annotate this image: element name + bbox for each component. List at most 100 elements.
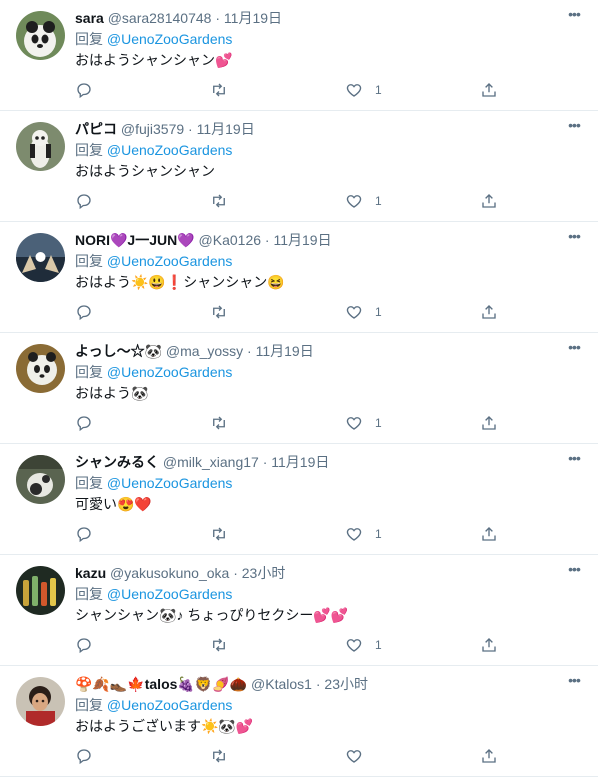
share-button[interactable] [480, 746, 498, 766]
timestamp[interactable]: 11月19日 [273, 232, 331, 248]
like-button[interactable]: 1 [345, 191, 382, 211]
avatar[interactable] [16, 11, 65, 60]
timestamp[interactable]: 11月19日 [271, 454, 329, 470]
tweet[interactable]: 🍄🍂👞🍁talos🍇🦁🍠🌰 @Ktalos1 · 23小时 ••• 回复 @Ue… [0, 666, 598, 777]
like-button[interactable]: 1 [345, 524, 382, 544]
display-name[interactable]: NORI💜J一JUN💜 [75, 232, 195, 248]
timestamp[interactable]: 11月19日 [256, 343, 314, 359]
reply-icon [77, 527, 91, 543]
more-icon[interactable]: ••• [564, 451, 584, 468]
like-button[interactable]: 1 [345, 635, 382, 655]
heart-icon [346, 528, 362, 541]
retweet-button[interactable] [210, 191, 228, 211]
mention-link[interactable]: @UenoZooGardens [107, 364, 233, 380]
tweet[interactable]: sara @sara28140748 · 11月19日 ••• 回复 @Ueno… [0, 0, 598, 111]
like-button[interactable] [345, 746, 375, 766]
avatar[interactable] [16, 122, 65, 171]
display-name[interactable]: パピコ [75, 121, 117, 137]
retweet-button[interactable] [210, 524, 228, 544]
tweet[interactable]: パピコ @fuji3579 · 11月19日 ••• 回复 @UenoZooGa… [0, 111, 598, 222]
retweet-icon [213, 527, 225, 541]
retweet-button[interactable] [210, 746, 228, 766]
avatar[interactable] [16, 344, 65, 393]
reply-button[interactable] [75, 191, 93, 211]
reply-button[interactable] [75, 635, 93, 655]
mention-link[interactable]: @UenoZooGardens [107, 142, 233, 158]
avatar[interactable] [16, 455, 65, 504]
like-button[interactable]: 1 [345, 80, 382, 100]
timestamp[interactable]: 11月19日 [197, 121, 255, 137]
heart-icon [346, 417, 362, 430]
mention-link[interactable]: @UenoZooGardens [107, 31, 233, 47]
reply-button[interactable] [75, 524, 93, 544]
retweet-button[interactable] [210, 302, 228, 322]
user-handle[interactable]: @milk_xiang17 [163, 454, 259, 470]
avatar-image [16, 455, 65, 504]
reply-button[interactable] [75, 746, 93, 766]
timestamp[interactable]: 23小时 [242, 565, 286, 581]
share-button[interactable] [480, 635, 498, 655]
reply-icon [77, 305, 91, 321]
reply-prefix: 回复 [75, 475, 103, 491]
more-icon[interactable]: ••• [564, 673, 584, 690]
more-icon[interactable]: ••• [564, 229, 584, 246]
user-handle[interactable]: @Ktalos1 [251, 676, 312, 692]
retweet-button[interactable] [210, 80, 228, 100]
more-icon[interactable]: ••• [564, 562, 584, 579]
user-handle[interactable]: @fuji3579 [121, 121, 184, 137]
display-name[interactable]: kazu [75, 565, 106, 581]
share-button[interactable] [480, 524, 498, 544]
tweet-text: 可愛い😍❤️ [75, 496, 152, 512]
like-button[interactable]: 1 [345, 413, 382, 433]
mention-link[interactable]: @UenoZooGardens [107, 697, 233, 713]
reply-prefix: 回复 [75, 697, 103, 713]
like-count: 1 [375, 527, 382, 541]
reply-button[interactable] [75, 413, 93, 433]
more-icon[interactable]: ••• [564, 340, 584, 357]
display-name[interactable]: よっし～☆🐼 [75, 343, 162, 359]
replying-to: 回复 @UenoZooGardens [75, 363, 232, 381]
reply-button[interactable] [75, 302, 93, 322]
like-button[interactable]: 1 [345, 302, 382, 322]
avatar[interactable] [16, 677, 65, 726]
user-handle[interactable]: @Ka0126 [199, 232, 261, 248]
mention-link[interactable]: @UenoZooGardens [107, 253, 233, 269]
separator-dot: · [247, 343, 252, 359]
share-icon [482, 83, 496, 97]
tweet-text: シャンシャン🐼♪ ちょっぴりセクシー💕💕 [75, 607, 349, 623]
action-bar: 1 [75, 635, 505, 655]
reply-icon [77, 749, 91, 765]
avatar[interactable] [16, 566, 65, 615]
user-handle[interactable]: @ma_yossy [166, 343, 243, 359]
action-bar: 1 [75, 302, 505, 322]
replying-to: 回复 @UenoZooGardens [75, 252, 232, 270]
share-button[interactable] [480, 302, 498, 322]
share-button[interactable] [480, 80, 498, 100]
reply-button[interactable] [75, 80, 93, 100]
tweet[interactable]: kazu @yakusokuno_oka · 23小时 ••• 回复 @Ueno… [0, 555, 598, 666]
more-icon[interactable]: ••• [564, 7, 584, 24]
retweet-icon [213, 749, 225, 763]
mention-link[interactable]: @UenoZooGardens [107, 586, 233, 602]
user-handle[interactable]: @yakusokuno_oka [110, 565, 229, 581]
tweet[interactable]: シャンみるく @milk_xiang17 · 11月19日 ••• 回复 @Ue… [0, 444, 598, 555]
retweet-button[interactable] [210, 635, 228, 655]
share-button[interactable] [480, 413, 498, 433]
avatar[interactable] [16, 233, 65, 282]
tweet[interactable]: よっし～☆🐼 @ma_yossy · 11月19日 ••• 回复 @UenoZo… [0, 333, 598, 444]
mention-link[interactable]: @UenoZooGardens [107, 475, 233, 491]
like-count: 1 [375, 638, 382, 652]
display-name[interactable]: 🍄🍂👞🍁talos🍇🦁🍠🌰 [75, 676, 247, 692]
tweet[interactable]: NORI💜J一JUN💜 @Ka0126 · 11月19日 ••• 回复 @Uen… [0, 222, 598, 333]
retweet-button[interactable] [210, 413, 228, 433]
timestamp[interactable]: 11月19日 [224, 10, 282, 26]
tweet-text: おはようシャンシャン💕 [75, 52, 233, 68]
heart-icon [346, 84, 362, 97]
timestamp[interactable]: 23小时 [324, 676, 368, 692]
display-name[interactable]: sara [75, 10, 104, 26]
user-handle[interactable]: @sara28140748 [108, 10, 212, 26]
more-icon[interactable]: ••• [564, 118, 584, 135]
display-name[interactable]: シャンみるく [75, 454, 159, 470]
share-button[interactable] [480, 191, 498, 211]
tweet-text: おはようございます☀️🐼💕 [75, 718, 254, 734]
